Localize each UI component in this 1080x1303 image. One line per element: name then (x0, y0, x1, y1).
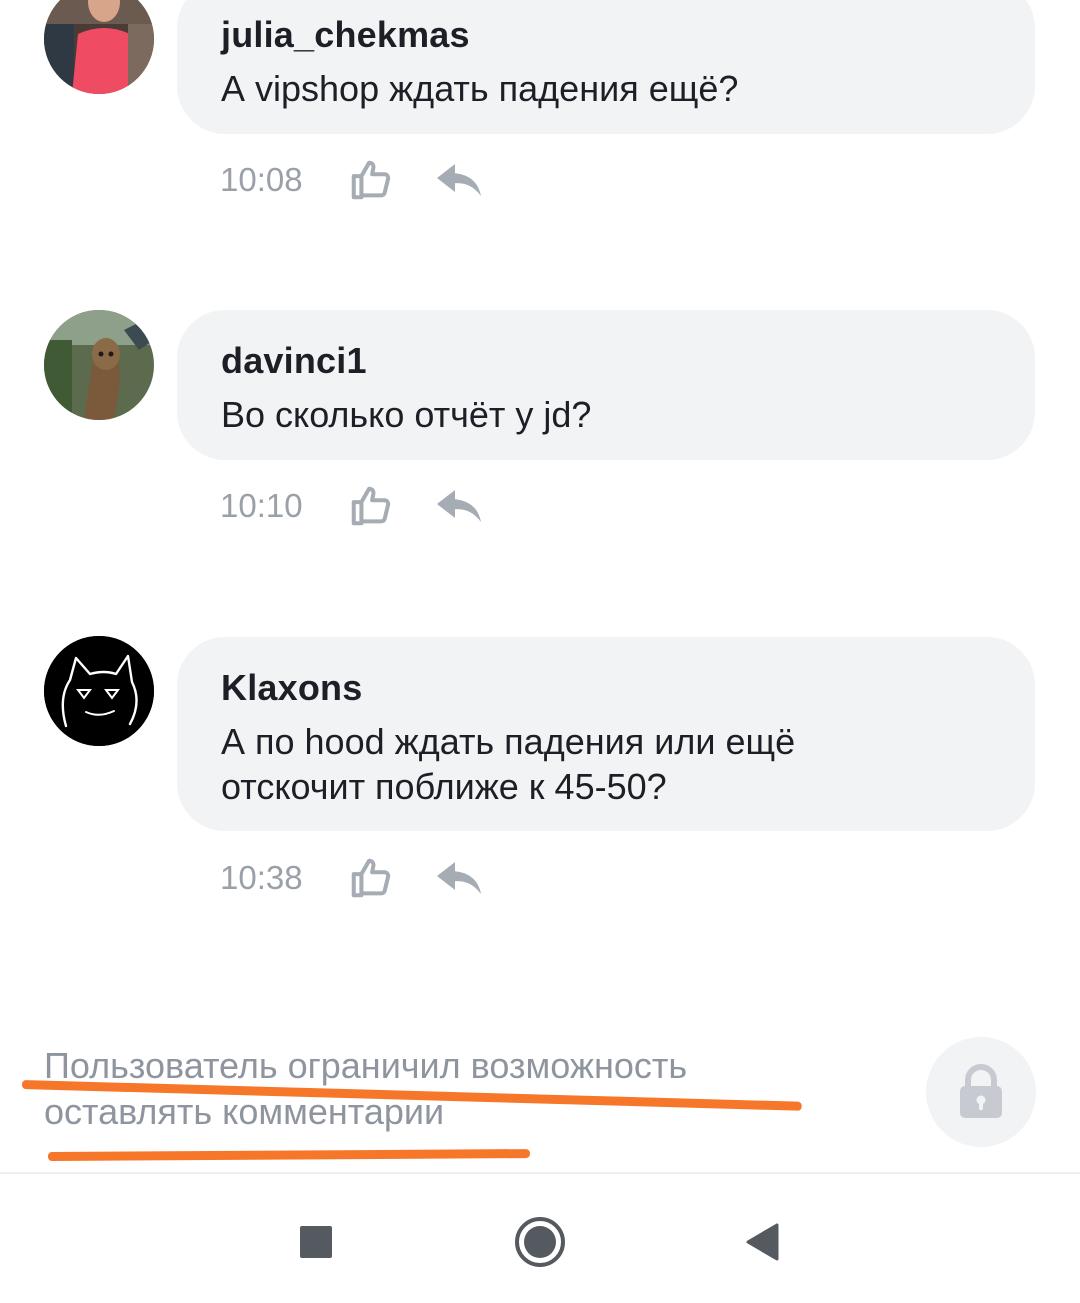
comment-bubble: davinci1 Во сколько отчёт у jd? (177, 310, 1035, 460)
comment-text-line: А по hood ждать падения или ещё (221, 721, 796, 762)
black-cat-avatar-icon (44, 636, 154, 746)
home-button[interactable] (510, 1212, 570, 1272)
system-navigation-bar (0, 1174, 1080, 1303)
back-button[interactable] (732, 1212, 792, 1272)
like-icon[interactable] (346, 481, 396, 531)
comment-author[interactable]: julia_chekmas (221, 14, 470, 56)
comment-time: 10:10 (220, 487, 303, 524)
triangle-back-icon (746, 1223, 779, 1261)
avatar[interactable] (44, 310, 154, 420)
lock-button[interactable] (926, 1037, 1036, 1147)
comment-author[interactable]: Klaxons (221, 667, 362, 709)
comment-text: А vipshop ждать падения ещё? (221, 68, 739, 109)
reply-icon[interactable] (434, 155, 484, 205)
user-photo-avatar-icon (44, 0, 154, 94)
groot-photo-avatar-icon (44, 310, 154, 420)
comment-time: 10:38 (220, 859, 303, 896)
comment-text-line: отскочит поближе к 45-50? (221, 766, 667, 807)
square-icon (300, 1226, 332, 1258)
comment-meta: 10:10 (220, 476, 522, 536)
reply-icon[interactable] (434, 853, 484, 903)
comment-bubble: Klaxons А по hood ждать падения или ещё … (177, 637, 1035, 831)
lock-icon (960, 1064, 1002, 1118)
comment-text: Во сколько отчёт у jd? (221, 394, 592, 435)
comments-screen: julia_chekmas А vipshop ждать падения ещ… (0, 0, 1080, 1303)
highlight-underline (47, 1149, 531, 1161)
comment-bubble: julia_chekmas А vipshop ждать падения ещ… (177, 0, 1035, 134)
like-icon[interactable] (346, 155, 396, 205)
comment-meta: 10:08 (220, 150, 522, 210)
like-icon[interactable] (346, 853, 396, 903)
comment-meta: 10:38 (220, 848, 522, 908)
comment-time: 10:08 (220, 161, 303, 198)
restricted-notice-line: Пользователь ограничил возможность (44, 1045, 688, 1086)
reply-icon[interactable] (434, 481, 484, 531)
circle-icon (515, 1217, 565, 1267)
recents-button[interactable] (286, 1212, 346, 1272)
avatar[interactable] (44, 0, 154, 94)
avatar[interactable] (44, 636, 154, 746)
comment-author[interactable]: davinci1 (221, 340, 367, 382)
